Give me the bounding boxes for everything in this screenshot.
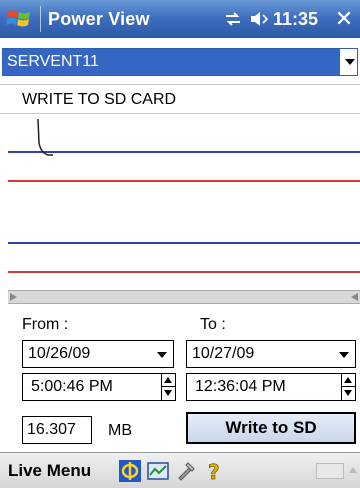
connectivity-icon[interactable] (224, 10, 242, 28)
chevron-down-icon[interactable] (339, 352, 349, 358)
clock[interactable]: 11:35 (273, 9, 318, 30)
from-date-value: 10/26/09 (28, 345, 91, 362)
device-selected-value: SERVENT11 (3, 49, 340, 75)
device-dropdown[interactable]: SERVENT11 (2, 48, 358, 76)
title-bar: Power View 11:35 ✕ (0, 0, 360, 38)
graph-scrollbar[interactable] (8, 290, 360, 304)
from-time-value: 5:00:46 PM (31, 378, 113, 395)
windows-start-icon[interactable] (6, 6, 32, 32)
volume-icon[interactable] (249, 10, 271, 28)
spin-down-icon[interactable] (164, 390, 172, 396)
chevron-down-icon[interactable] (345, 59, 355, 65)
trend-graph (8, 118, 360, 273)
tools-icon[interactable] (174, 459, 198, 483)
to-label: To : (200, 316, 226, 333)
spin-up-icon[interactable] (344, 377, 352, 383)
spin-down-icon[interactable] (344, 390, 352, 396)
app-title: Power View (48, 9, 150, 29)
spin-up-icon[interactable] (164, 377, 172, 383)
to-date-value: 10/27/09 (192, 345, 255, 362)
svg-text:?: ? (208, 460, 220, 483)
from-label: From : (22, 316, 69, 333)
from-date-select[interactable]: 10/26/09 (22, 340, 174, 368)
to-time-spinner[interactable] (341, 374, 355, 400)
from-time-field[interactable]: 5:00:46 PM (22, 373, 176, 401)
trace-line (37, 118, 53, 156)
power-view-icon[interactable] (118, 459, 142, 483)
scroll-right-icon[interactable] (351, 293, 358, 301)
close-button[interactable]: ✕ (330, 5, 358, 33)
to-time-field[interactable]: 12:36:04 PM (186, 373, 356, 401)
to-time-value: 12:36:04 PM (195, 378, 286, 395)
to-date-select[interactable]: 10/27/09 (186, 340, 356, 368)
keyboard-icon[interactable] (316, 463, 344, 479)
live-menu-button[interactable]: Live Menu (8, 461, 91, 481)
chevron-down-icon[interactable] (157, 352, 167, 358)
write-header: WRITE TO SD CARD (0, 84, 360, 114)
chevron-up-icon[interactable] (349, 467, 357, 473)
menu-bar: Live Menu ? (0, 452, 360, 488)
scroll-left-icon[interactable] (10, 293, 17, 301)
graph-view-icon[interactable] (146, 459, 170, 483)
size-unit: MB (108, 422, 132, 439)
size-field[interactable]: 16.307 (22, 416, 92, 444)
title-separator (40, 6, 41, 32)
help-icon[interactable]: ? (202, 459, 226, 483)
write-to-sd-button[interactable]: Write to SD (186, 412, 356, 444)
from-time-spinner[interactable] (161, 374, 175, 400)
